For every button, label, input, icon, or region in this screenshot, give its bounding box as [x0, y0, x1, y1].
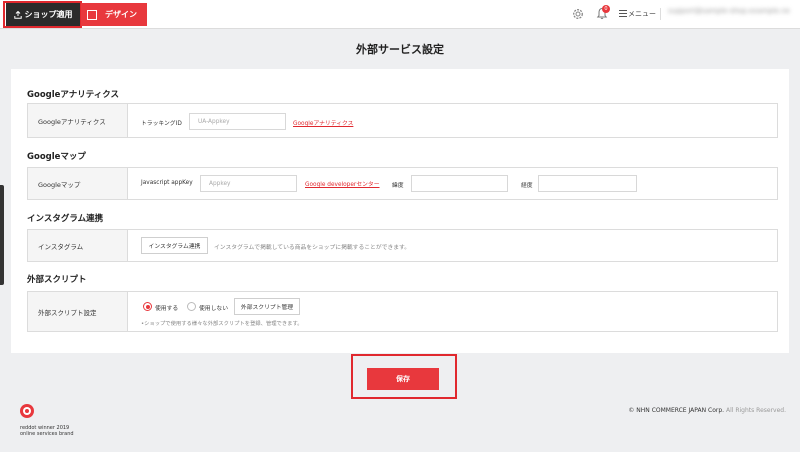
tracking-id-label: トラッキングID — [141, 121, 182, 127]
menu-label[interactable]: メニュー — [628, 9, 656, 19]
reddot-award-text: reddot winner 2019 online services brand — [20, 425, 74, 437]
tracking-id-input[interactable]: UA-Appkey — [189, 113, 286, 130]
latitude-label: 緯度 — [392, 183, 404, 189]
side-panel-handle[interactable] — [0, 185, 4, 285]
design-button[interactable]: デザイン — [81, 3, 147, 26]
gear-icon[interactable] — [572, 8, 584, 20]
header-divider — [660, 8, 661, 20]
row-label: Googleアナリティクス — [28, 104, 128, 137]
external-script-hint: •ショップで使用する様々な外部スクリプトを登録、管理できます。 — [141, 321, 303, 327]
award-line-2: online services brand — [20, 431, 74, 437]
account-email[interactable]: support@sample-shop.example.net — [668, 7, 790, 21]
appkey-label: Javascript appKey — [141, 180, 193, 186]
section-title-google-maps: Googleマップ — [27, 152, 86, 162]
latitude-input[interactable] — [411, 175, 508, 192]
radio-not-use-label[interactable]: 使用しない — [199, 303, 228, 312]
copyright-text: © NHN COMMERCE JAPAN Corp. — [628, 407, 725, 414]
section-title-instagram: インスタグラム連携 — [27, 214, 104, 224]
design-label: デザイン — [105, 10, 137, 19]
section-title-google-analytics: Googleアナリティクス — [27, 90, 119, 100]
rights-text: All Rights Reserved. — [725, 407, 786, 414]
row-label: Googleマップ — [28, 168, 128, 199]
row-label: 外部スクリプト設定 — [28, 292, 128, 331]
radio-use[interactable] — [143, 302, 152, 311]
row-google-maps: Googleマップ Javascript appKey Appkey Googl… — [27, 167, 778, 200]
highlight-save — [351, 354, 457, 399]
longitude-label: 経度 — [521, 183, 533, 189]
google-developer-link[interactable]: Google developerセンター — [305, 179, 380, 188]
copyright: © NHN COMMERCE JAPAN Corp. All Rights Re… — [628, 407, 786, 414]
frame-icon — [87, 9, 97, 20]
instagram-description: インスタグラムで掲載している商品をショップに掲載することができます。 — [214, 245, 411, 251]
longitude-input[interactable] — [538, 175, 637, 192]
instagram-connect-button[interactable]: インスタグラム連携 — [141, 237, 208, 254]
section-title-external-script: 外部スクリプト — [27, 275, 87, 285]
top-bar: ショップ適用 デザイン 0 メニュー support@sample-shop.e… — [0, 0, 800, 29]
external-script-manage-button[interactable]: 外部スクリプト管理 — [234, 298, 300, 315]
menu-icon[interactable] — [619, 10, 627, 17]
row-instagram: インスタグラム インスタグラム連携 インスタグラムで掲載している商品をショップに… — [27, 229, 778, 262]
row-external-script: 外部スクリプト設定 使用する 使用しない 外部スクリプト管理 •ショップで使用す… — [27, 291, 778, 332]
appkey-input[interactable]: Appkey — [200, 175, 297, 192]
reddot-award-logo — [20, 404, 34, 418]
page-title: 外部サービス設定 — [356, 43, 444, 56]
highlight-shop-apply — [3, 1, 82, 28]
google-analytics-link[interactable]: Googleアナリティクス — [293, 118, 353, 127]
row-label: インスタグラム — [28, 230, 128, 261]
notification-badge: 0 — [602, 5, 610, 13]
radio-use-label[interactable]: 使用する — [155, 303, 178, 312]
radio-not-use[interactable] — [187, 302, 196, 311]
row-google-analytics: Googleアナリティクス トラッキングID UA-Appkey Googleア… — [27, 103, 778, 138]
